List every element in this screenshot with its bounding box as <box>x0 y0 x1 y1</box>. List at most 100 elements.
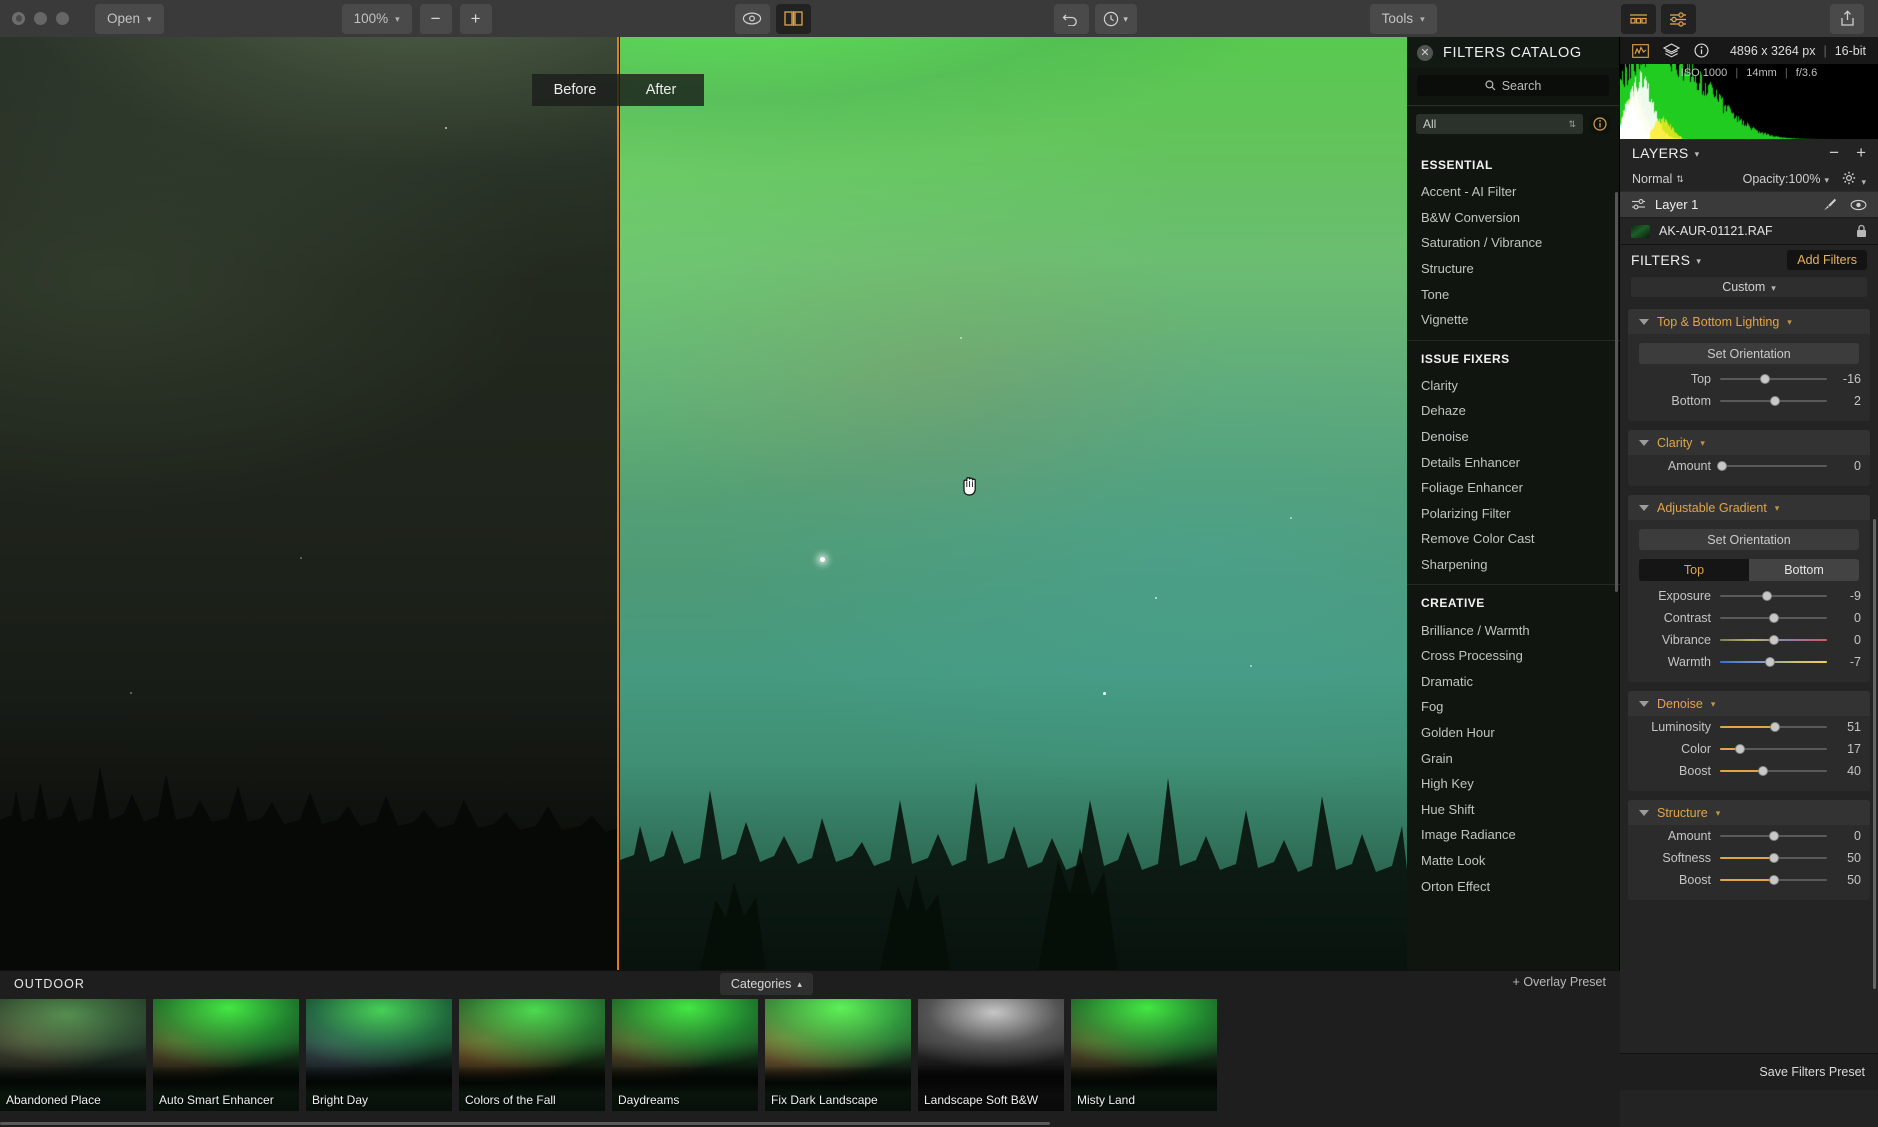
close-window-button[interactable] <box>12 12 25 25</box>
source-file-row[interactable]: AK-AUR-01121.RAF <box>1620 218 1878 245</box>
catalog-filter-item[interactable]: Golden Hour <box>1407 720 1620 746</box>
slider-row[interactable]: Exposure -9 <box>1628 585 1870 607</box>
slider-row[interactable]: Amount 0 <box>1628 455 1870 477</box>
layer-row[interactable]: Layer 1 <box>1620 191 1878 218</box>
filter-card-header[interactable]: Clarity ▾ <box>1628 430 1870 455</box>
catalog-filter-item[interactable]: Dramatic <box>1407 669 1620 695</box>
slider-track[interactable] <box>1720 742 1827 756</box>
slider-row[interactable]: Warmth -7 <box>1628 651 1870 673</box>
set-orientation-button[interactable]: Set Orientation <box>1639 529 1859 550</box>
slider-knob[interactable] <box>1735 744 1746 754</box>
slider-knob[interactable] <box>1769 396 1780 406</box>
catalog-filter-item[interactable]: Matte Look <box>1407 848 1620 874</box>
chevron-down-icon[interactable]: ▾ <box>1716 808 1721 819</box>
slider-knob[interactable] <box>1759 374 1770 384</box>
slider-track[interactable] <box>1720 655 1827 669</box>
filters-scrollbar[interactable] <box>1873 519 1876 989</box>
preview-toggle-button[interactable] <box>734 3 770 34</box>
before-after-divider-handle[interactable] <box>617 37 619 970</box>
catalog-filter-item[interactable]: Saturation / Vibrance <box>1407 230 1620 256</box>
catalog-filter-item[interactable]: Polarizing Filter <box>1407 501 1620 527</box>
slider-row[interactable]: Softness 50 <box>1628 847 1870 869</box>
slider-knob[interactable] <box>1757 766 1768 776</box>
add-layer-button[interactable]: + <box>1856 143 1866 163</box>
remove-layer-button[interactable]: − <box>1829 143 1839 163</box>
catalog-filter-item[interactable]: Brilliance / Warmth <box>1407 617 1620 643</box>
preset-card[interactable]: Bright Day <box>306 999 452 1111</box>
triangle-collapse-icon[interactable] <box>1639 809 1649 816</box>
minimize-window-button[interactable] <box>34 12 47 25</box>
preset-card[interactable]: Abandoned Place <box>0 999 146 1111</box>
slider-knob[interactable] <box>1768 613 1779 623</box>
chevron-down-icon[interactable]: ▾ <box>1695 149 1700 160</box>
filters-preset-select[interactable]: Custom ▾ <box>1631 277 1867 297</box>
catalog-filter-item[interactable]: Tone <box>1407 281 1620 307</box>
tools-button[interactable]: Tools ▾ <box>1369 3 1437 34</box>
catalog-filter-item[interactable]: Orton Effect <box>1407 873 1620 899</box>
slider-row[interactable]: Boost 50 <box>1628 869 1870 891</box>
catalog-filter-item[interactable]: Image Radiance <box>1407 822 1620 848</box>
filter-card-header[interactable]: Denoise ▾ <box>1628 691 1870 716</box>
slider-knob[interactable] <box>1768 831 1779 841</box>
brush-icon[interactable] <box>1822 197 1837 212</box>
slider-knob[interactable] <box>1765 657 1776 667</box>
info-icon[interactable] <box>1694 43 1709 58</box>
filter-card-header[interactable]: Adjustable Gradient ▾ <box>1628 495 1870 520</box>
catalog-filter-item[interactable]: Structure <box>1407 256 1620 282</box>
slider-track[interactable] <box>1720 611 1827 625</box>
add-filters-button[interactable]: Add Filters <box>1787 250 1867 270</box>
top-bottom-toggle[interactable]: Top Bottom <box>1639 559 1859 581</box>
catalog-filter-item[interactable]: Fog <box>1407 694 1620 720</box>
history-button[interactable]: ▾ <box>1094 3 1137 34</box>
filter-card-header[interactable]: Top & Bottom Lighting ▾ <box>1628 309 1870 334</box>
catalog-filter-item[interactable]: Cross Processing <box>1407 643 1620 669</box>
catalog-filter-item[interactable]: Accent - AI Filter <box>1407 179 1620 205</box>
slider-knob[interactable] <box>1769 722 1780 732</box>
slider-row[interactable]: Luminosity 51 <box>1628 716 1870 738</box>
share-button[interactable] <box>1830 3 1864 34</box>
preset-card[interactable]: Fix Dark Landscape <box>765 999 911 1111</box>
catalog-filter-item[interactable]: Grain <box>1407 745 1620 771</box>
catalog-info-button[interactable] <box>1590 114 1610 134</box>
catalog-filter-item[interactable]: Clarity <box>1407 373 1620 399</box>
slider-knob[interactable] <box>1768 853 1779 863</box>
triangle-collapse-icon[interactable] <box>1639 318 1649 325</box>
zoom-level-selector[interactable]: 100% ▾ <box>341 3 412 34</box>
chevron-down-icon[interactable]: ▾ <box>1696 256 1701 267</box>
set-orientation-button[interactable]: Set Orientation <box>1639 343 1859 364</box>
image-canvas[interactable]: Before After <box>0 37 1407 970</box>
slider-row[interactable]: Vibrance 0 <box>1628 629 1870 651</box>
chevron-down-icon[interactable]: ▾ <box>1787 317 1792 328</box>
layers-stack-icon[interactable] <box>1663 43 1680 58</box>
slider-track[interactable] <box>1720 720 1827 734</box>
search-input[interactable]: Search <box>1417 75 1609 96</box>
slider-track[interactable] <box>1720 372 1827 386</box>
slider-row[interactable]: Boost 40 <box>1628 760 1870 782</box>
triangle-collapse-icon[interactable] <box>1639 700 1649 707</box>
chevron-down-icon[interactable]: ▾ <box>1700 438 1705 449</box>
zoom-out-button[interactable]: − <box>419 3 452 34</box>
preset-card[interactable]: Colors of the Fall <box>459 999 605 1111</box>
triangle-collapse-icon[interactable] <box>1639 504 1649 511</box>
open-button[interactable]: Open ▾ <box>95 3 164 34</box>
catalog-filter-item[interactable]: Foliage Enhancer <box>1407 475 1620 501</box>
presets-scrollbar[interactable] <box>0 1122 1050 1125</box>
slider-track[interactable] <box>1720 851 1827 865</box>
slider-row[interactable]: Bottom 2 <box>1628 390 1870 412</box>
catalog-filter-item[interactable]: Details Enhancer <box>1407 449 1620 475</box>
triangle-collapse-icon[interactable] <box>1639 439 1649 446</box>
slider-track[interactable] <box>1720 829 1827 843</box>
maximize-window-button[interactable] <box>56 12 69 25</box>
slider-track[interactable] <box>1720 394 1827 408</box>
category-select[interactable]: All ⇅ <box>1416 114 1583 134</box>
preset-card[interactable]: Auto Smart Enhancer <box>153 999 299 1111</box>
toggle-top[interactable]: Top <box>1639 559 1749 581</box>
catalog-scrollbar[interactable] <box>1615 192 1618 592</box>
toggle-bottom[interactable]: Bottom <box>1749 559 1859 581</box>
opacity-control[interactable]: Opacity:100% ▾ <box>1743 172 1829 186</box>
slider-track[interactable] <box>1720 873 1827 887</box>
catalog-filter-item[interactable]: Vignette <box>1407 307 1620 333</box>
slider-knob[interactable] <box>1768 875 1779 885</box>
catalog-filter-item[interactable]: Sharpening <box>1407 552 1620 578</box>
filter-card-header[interactable]: Structure ▾ <box>1628 800 1870 825</box>
